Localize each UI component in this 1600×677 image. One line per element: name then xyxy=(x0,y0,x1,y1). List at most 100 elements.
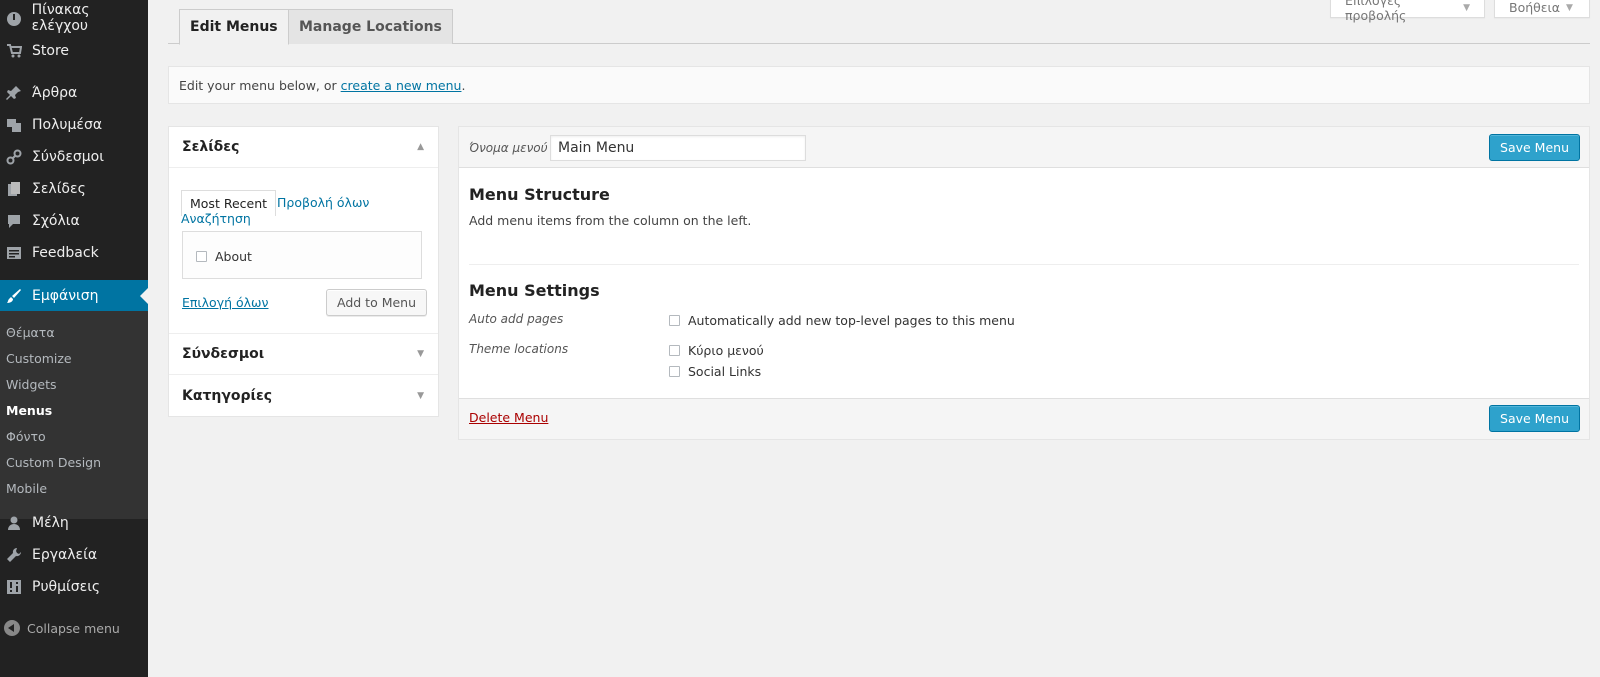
sidebar-item-dashboard[interactable]: Πίνακας ελέγχου xyxy=(0,2,148,34)
collapse-menu-button[interactable]: Collapse menu xyxy=(0,620,120,636)
submenu-item-widgets[interactable]: Widgets xyxy=(6,377,57,392)
settings-icon xyxy=(4,577,24,597)
tab-search[interactable]: Αναζήτηση xyxy=(181,211,251,226)
save-menu-button[interactable]: Save Menu xyxy=(1489,134,1580,161)
sidebar-item-label: Μέλη xyxy=(32,515,69,531)
submenu-item-themes[interactable]: Θέματα xyxy=(6,325,55,340)
submenu-item-background[interactable]: Φόντο xyxy=(6,429,46,444)
links-section-header[interactable]: Σύνδεσμοι ▼ xyxy=(169,334,438,375)
checkbox[interactable] xyxy=(669,345,680,356)
sidebar-item-pages[interactable]: Σελίδες xyxy=(0,173,148,205)
sidebar-item-media[interactable]: Πολυμέσα xyxy=(0,109,148,141)
tab-view-all[interactable]: Προβολή όλων xyxy=(277,195,369,210)
menu-name-input[interactable]: Main Menu xyxy=(550,135,806,161)
help-button[interactable]: Βοήθεια ▼ xyxy=(1494,0,1590,18)
chevron-down-icon: ▼ xyxy=(417,390,424,401)
menu-items-accordion: Σελίδες ▲ Most Recent Προβολή όλων Αναζή… xyxy=(168,126,439,417)
pages-section-header[interactable]: Σελίδες ▲ xyxy=(169,127,438,168)
sidebar-item-label: Πολυμέσα xyxy=(32,117,103,133)
dashboard-icon xyxy=(4,8,24,28)
sidebar-item-settings[interactable]: Ρυθμίσεις xyxy=(0,571,148,603)
chevron-down-icon: ▼ xyxy=(1566,2,1573,13)
categories-section-header[interactable]: Κατηγορίες ▼ xyxy=(169,375,438,416)
menu-edit-panel: Όνομα μενού Main Menu Save Menu Menu Str… xyxy=(458,126,1590,440)
pages-section-title: Σελίδες xyxy=(182,139,240,155)
tab-edit-menus[interactable]: Edit Menus xyxy=(179,9,289,45)
pages-checklist: About xyxy=(182,231,422,279)
collapse-menu-label: Collapse menu xyxy=(27,620,120,636)
notice-text: Edit your menu below, or xyxy=(179,77,337,93)
auto-add-option-label: Automatically add new top-level pages to… xyxy=(688,313,1015,328)
menu-edit-header: Όνομα μενού Main Menu Save Menu xyxy=(459,127,1589,168)
sidebar-item-label: Εμφάνιση xyxy=(32,288,99,304)
list-item-label: About xyxy=(215,249,252,264)
sidebar-item-label: Σελίδες xyxy=(32,181,86,197)
brush-icon xyxy=(4,286,24,306)
sidebar-item-label: Άρθρα xyxy=(32,85,78,101)
sidebar-item-posts[interactable]: Άρθρα xyxy=(0,77,148,109)
sidebar-item-tools[interactable]: Εργαλεία xyxy=(0,539,148,571)
menu-structure-text: Add menu items from the column on the le… xyxy=(469,213,752,228)
submenu-item-menus[interactable]: Menus xyxy=(6,403,52,418)
tab-manage-locations[interactable]: Manage Locations xyxy=(288,9,453,44)
sidebar-item-appearance[interactable]: Εμφάνιση xyxy=(0,280,148,312)
pin-icon xyxy=(4,83,24,103)
submenu-item-custom-design[interactable]: Custom Design xyxy=(6,455,101,470)
sidebar-item-users[interactable]: Μέλη xyxy=(0,507,148,539)
list-item[interactable]: About xyxy=(196,249,252,264)
cart-icon xyxy=(4,41,24,61)
sidebar-item-store[interactable]: Store xyxy=(0,35,148,67)
feedback-icon xyxy=(4,243,24,263)
sidebar-item-label: Store xyxy=(32,43,70,59)
location-option-primary[interactable]: Κύριο μενού xyxy=(669,343,764,358)
wrench-icon xyxy=(4,545,24,565)
chevron-down-icon: ▼ xyxy=(1463,2,1470,13)
sidebar-item-label: Σχόλια xyxy=(32,213,80,229)
help-label: Βοήθεια xyxy=(1509,0,1561,15)
auto-add-label: Auto add pages xyxy=(469,312,564,326)
menu-structure-title: Menu Structure xyxy=(469,185,610,204)
sidebar-item-label: Εργαλεία xyxy=(32,547,98,563)
sidebar-item-label: Πίνακας ελέγχου xyxy=(31,2,90,34)
checkbox[interactable] xyxy=(669,315,680,326)
link-icon xyxy=(4,147,24,167)
links-section-title: Σύνδεσμοι xyxy=(182,346,265,362)
pages-section-body: Most Recent Προβολή όλων Αναζήτηση About… xyxy=(169,168,438,334)
pages-icon xyxy=(4,179,24,199)
delete-menu-link[interactable]: Delete Menu xyxy=(469,410,548,425)
theme-locations-label: Theme locations xyxy=(469,342,569,356)
comment-icon xyxy=(4,211,24,231)
chevron-up-icon: ▲ xyxy=(417,142,424,152)
edit-menu-notice: Edit your menu below, or create a new me… xyxy=(168,66,1590,104)
notice-end: . xyxy=(461,77,466,93)
sidebar-item-links[interactable]: Σύνδεσμοι xyxy=(0,141,148,173)
checkbox[interactable] xyxy=(196,251,207,262)
sidebar-item-label: Σύνδεσμοι xyxy=(32,149,104,165)
menu-settings-title: Menu Settings xyxy=(469,281,600,300)
save-menu-button[interactable]: Save Menu xyxy=(1489,405,1580,432)
menu-name-label: Όνομα μενού xyxy=(469,141,548,155)
checkbox[interactable] xyxy=(669,366,680,377)
chevron-down-icon: ▼ xyxy=(417,349,424,359)
sidebar-item-comments[interactable]: Σχόλια xyxy=(0,205,148,237)
add-to-menu-button[interactable]: Add to Menu xyxy=(326,289,428,316)
admin-sidebar: Πίνακας ελέγχου Store Άρθρα Πολυμέσα Σύν… xyxy=(0,0,148,677)
screen-options-label: Επιλογές προβολής xyxy=(1345,0,1407,23)
sidebar-item-label: Ρυθμίσεις xyxy=(32,579,101,595)
location-option-social[interactable]: Social Links xyxy=(669,364,761,379)
user-icon xyxy=(4,513,24,533)
screen-options-button[interactable]: Επιλογές προβολής ▼ xyxy=(1330,0,1485,23)
categories-section-title: Κατηγορίες xyxy=(182,387,273,404)
select-all-link[interactable]: Επιλογή όλων xyxy=(182,295,269,310)
collapse-arrow-icon xyxy=(4,620,20,636)
section-divider xyxy=(469,264,1579,265)
auto-add-option[interactable]: Automatically add new top-level pages to… xyxy=(669,313,1015,328)
create-new-menu-link[interactable]: create a new menu xyxy=(341,78,462,93)
sidebar-item-label: Feedback xyxy=(32,245,99,261)
location-option-label: Κύριο μενού xyxy=(688,343,764,358)
submenu-item-customize[interactable]: Customize xyxy=(6,351,72,366)
appearance-submenu: Θέματα Customize Widgets Menus Φόντο Cus… xyxy=(0,311,148,519)
submenu-item-mobile[interactable]: Mobile xyxy=(6,481,47,496)
location-option-label: Social Links xyxy=(688,364,762,379)
sidebar-item-feedback[interactable]: Feedback xyxy=(0,237,148,269)
